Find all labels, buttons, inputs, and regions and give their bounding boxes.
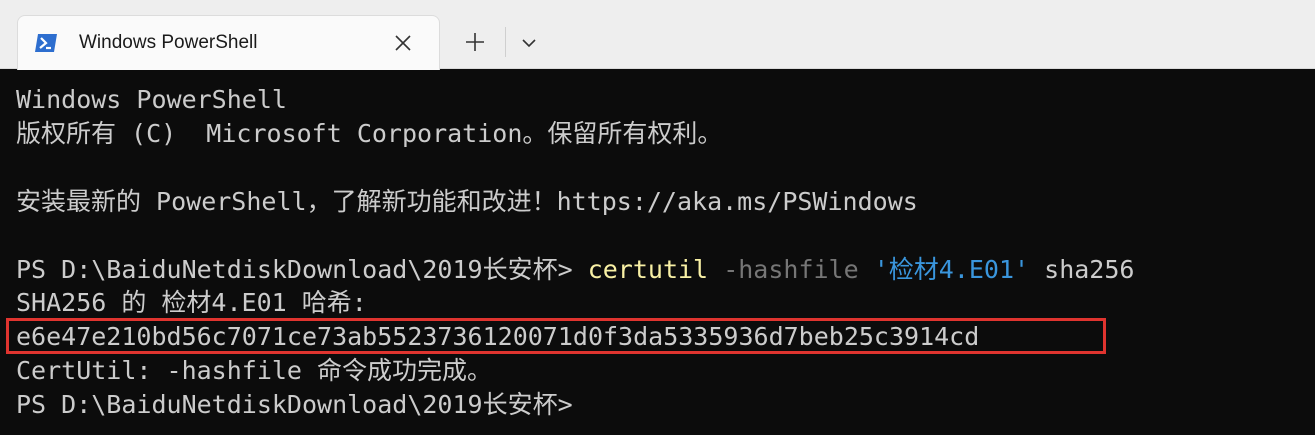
plus-icon[interactable]: [461, 28, 489, 56]
prompt: PS D:\BaiduNetdiskDownload\2019长安杯>: [16, 255, 588, 284]
command-algorithm: sha256: [1044, 255, 1135, 284]
copyright-line: 版权所有 (C) Microsoft Corporation。保留所有权利。: [16, 119, 723, 148]
command-name: certutil: [587, 255, 709, 284]
tab-title: Windows PowerShell: [79, 32, 258, 53]
banner-title: Windows PowerShell: [16, 85, 287, 114]
powershell-icon: [34, 33, 58, 53]
success-message: CertUtil: -hashfile 命令成功完成。: [16, 356, 493, 385]
command-line: PS D:\BaiduNetdiskDownload\2019长安杯> cert…: [16, 255, 1134, 285]
hash-header: SHA256 的 检材4.E01 哈希:: [16, 288, 367, 317]
command-param: -hashfile: [723, 255, 859, 284]
hash-value: e6e47e210bd56c7071ce73ab5523736120071d0f…: [16, 322, 980, 351]
tab-bar: Windows PowerShell: [0, 0, 1315, 70]
command-file: '检材4.E01': [873, 255, 1030, 284]
close-icon[interactable]: [391, 31, 415, 55]
update-notice: 安装最新的 PowerShell，了解新功能和改进！https://aka.ms…: [16, 187, 918, 216]
final-prompt: PS D:\BaiduNetdiskDownload\2019长安杯>: [16, 390, 573, 419]
chevron-down-icon[interactable]: [516, 30, 542, 56]
terminal-output[interactable]: Windows PowerShell 版权所有 (C) Microsoft Co…: [0, 70, 1315, 435]
terminal-window: Windows PowerShell Windows PowerShell 版权…: [0, 0, 1315, 435]
tab-separator: [505, 27, 506, 57]
tab-windows-powershell[interactable]: Windows PowerShell: [17, 15, 440, 70]
